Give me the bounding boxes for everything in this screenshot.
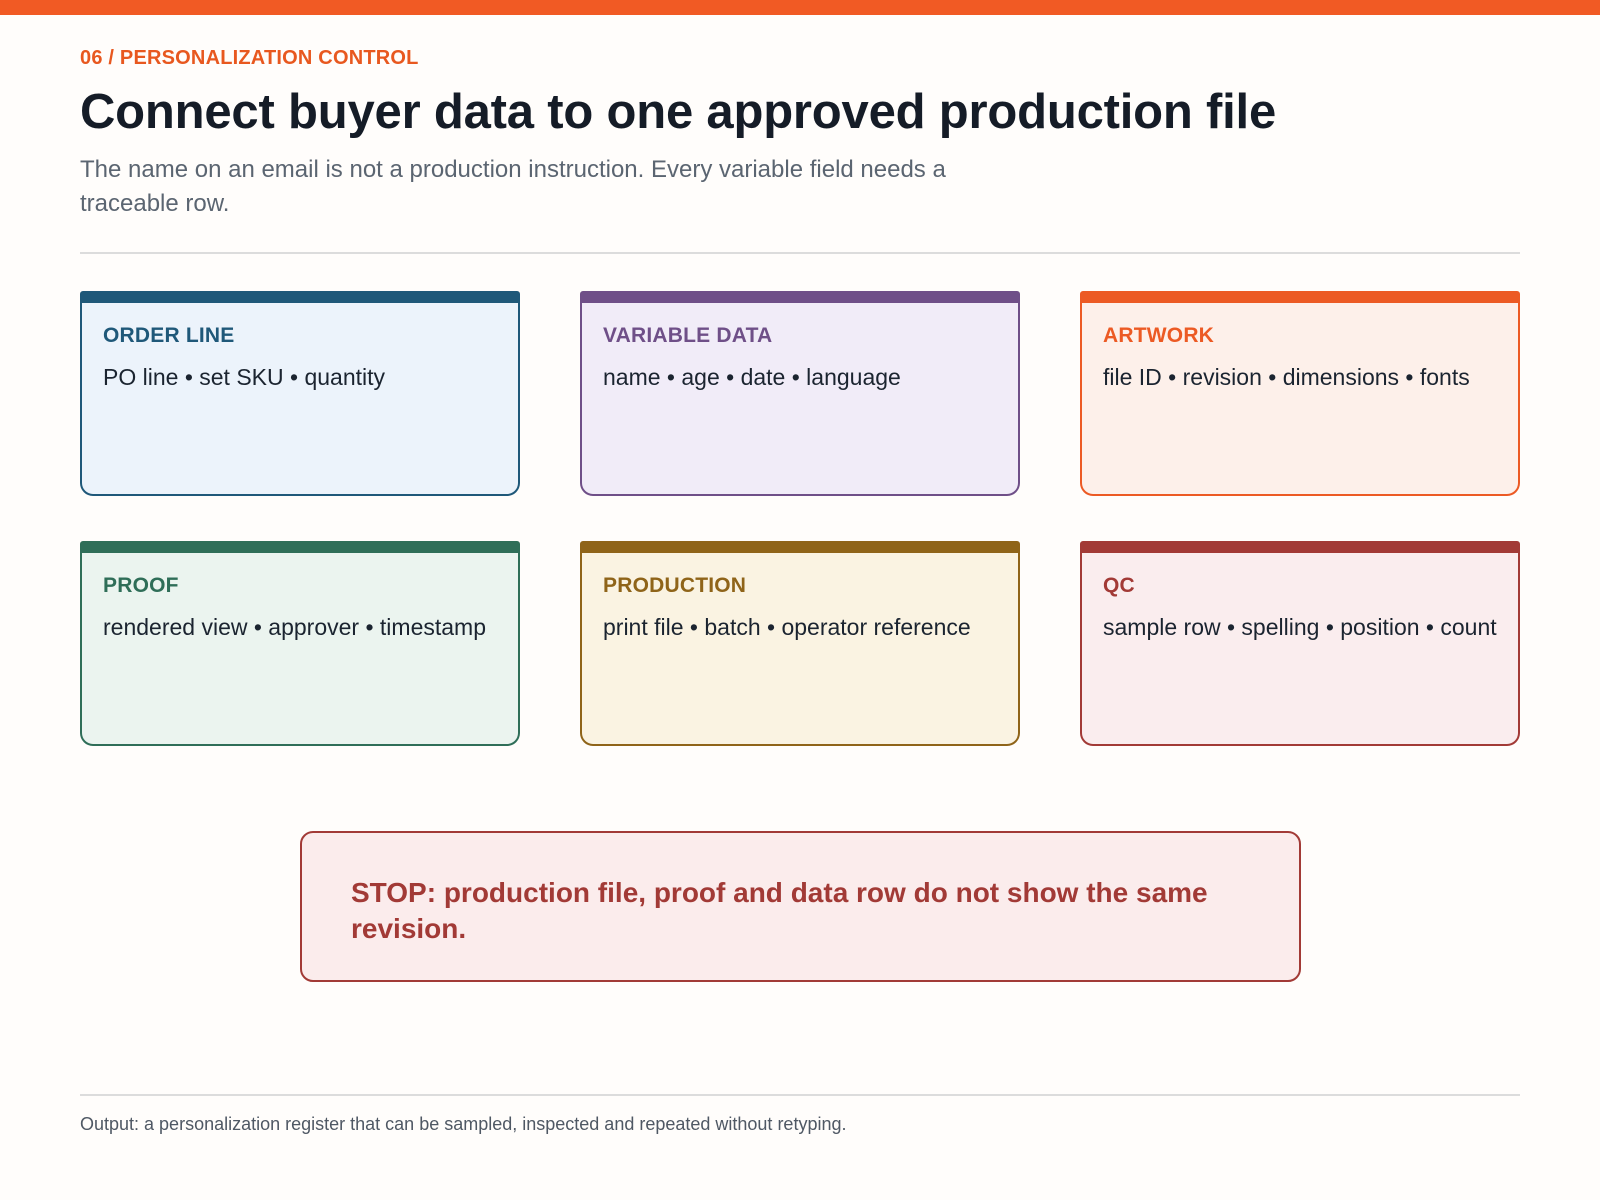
- footer-note: Output: a personalization register that …: [80, 1114, 847, 1134]
- card-artwork: ARTWORK file ID • revision • dimensions …: [1080, 291, 1520, 496]
- card-title: VARIABLE DATA: [603, 324, 773, 347]
- card-body: PO line • set SKU • quantity: [103, 364, 386, 390]
- card-body: file ID • revision • dimensions • fonts: [1103, 364, 1470, 390]
- card-body: sample row • spelling • position • count: [1103, 614, 1497, 640]
- stop-message: STOP: production file, proof and data ro…: [351, 877, 1208, 944]
- page-subtitle: The name on an email is not a production…: [80, 156, 946, 217]
- section-eyebrow: 06 / PERSONALIZATION CONTROL: [80, 47, 419, 69]
- page-title: Connect buyer data to one approved produ…: [80, 85, 1277, 139]
- card-title: PRODUCTION: [603, 574, 747, 597]
- card-title: PROOF: [103, 574, 179, 597]
- card-body: print file • batch • operator reference: [603, 614, 971, 640]
- card-production: PRODUCTION print file • batch • operator…: [580, 541, 1020, 746]
- card-title: ORDER LINE: [103, 324, 235, 347]
- card-body: rendered view • approver • timestamp: [103, 614, 486, 640]
- card-order-line: ORDER LINE PO line • set SKU • quantity: [80, 291, 520, 496]
- card-variable-data: VARIABLE DATA name • age • date • langua…: [580, 291, 1020, 496]
- card-title: ARTWORK: [1103, 324, 1215, 347]
- card-title: QC: [1103, 574, 1135, 597]
- card-body: name • age • date • language: [603, 364, 901, 390]
- card-proof: PROOF rendered view • approver • timesta…: [80, 541, 520, 746]
- stop-callout: STOP: production file, proof and data ro…: [300, 831, 1301, 982]
- card-qc: QC sample row • spelling • position • co…: [1080, 541, 1520, 746]
- top-divider: [80, 252, 1520, 254]
- top-accent-bar: [0, 0, 1600, 15]
- bottom-divider: [80, 1094, 1520, 1096]
